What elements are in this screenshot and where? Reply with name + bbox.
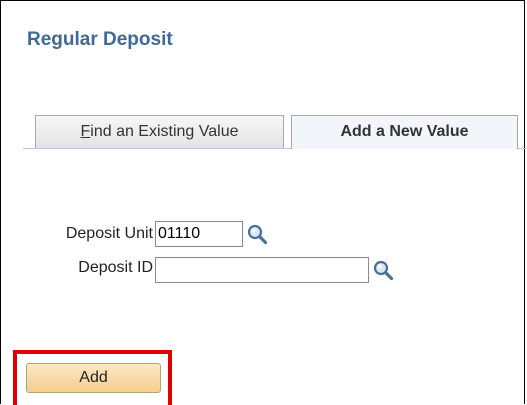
deposit-unit-field[interactable]: 01110 (155, 221, 243, 247)
add-button[interactable]: Add (26, 363, 161, 393)
page-title: Regular Deposit (27, 29, 173, 50)
magnifying-glass-icon[interactable] (372, 259, 394, 281)
deposit-id-field[interactable] (155, 257, 369, 283)
deposit-unit-label: Deposit Unit (65, 225, 153, 242)
deposit-id-label: Deposit ID (78, 259, 153, 276)
tab-find-existing-value[interactable]: Find an Existing Value (35, 115, 284, 148)
page-frame: Regular Deposit Find an Existing Value A… (0, 0, 527, 405)
tab-add-new-value[interactable]: Add a New Value (291, 115, 518, 149)
magnifying-glass-icon[interactable] (246, 223, 268, 245)
tab-find-accesskey: F (80, 123, 91, 140)
tab-find-label: ind an Existing Value (90, 123, 239, 140)
